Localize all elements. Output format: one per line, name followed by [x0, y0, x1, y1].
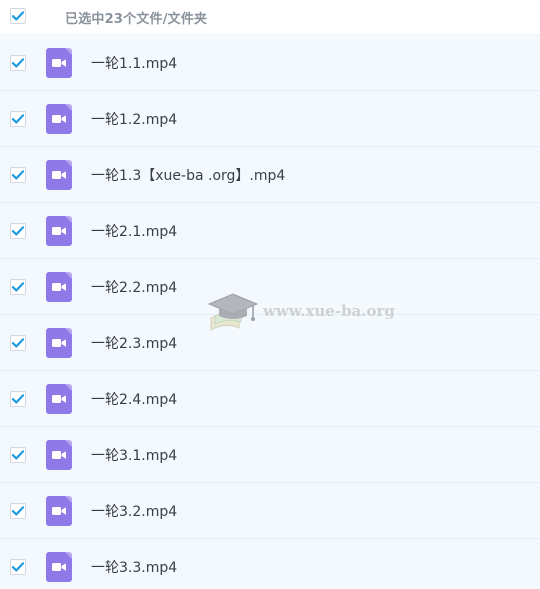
file-name[interactable]: 一轮1.2.mp4	[91, 109, 177, 129]
file-checkbox[interactable]	[10, 167, 26, 183]
file-name[interactable]: 一轮1.3【xue-ba .org】.mp4	[91, 165, 285, 185]
video-file-icon	[46, 48, 72, 78]
video-file-icon	[46, 216, 72, 246]
file-row[interactable]: 一轮3.2.mp4	[0, 483, 540, 539]
video-camera-icon	[52, 339, 66, 347]
file-name[interactable]: 一轮3.3.mp4	[91, 557, 177, 577]
video-camera-icon	[52, 115, 66, 123]
video-file-icon	[46, 496, 72, 526]
file-row[interactable]: 一轮2.4.mp4	[0, 371, 540, 427]
file-row[interactable]: 一轮3.1.mp4	[0, 427, 540, 483]
selection-count-label: 已选中23个文件/文件夹	[65, 12, 208, 27]
checkmark-icon	[12, 394, 24, 404]
video-camera-icon	[52, 507, 66, 515]
file-checkbox[interactable]	[10, 279, 26, 295]
video-file-icon	[46, 440, 72, 470]
file-checkbox[interactable]	[10, 55, 26, 71]
checkmark-icon	[12, 11, 24, 21]
file-name[interactable]: 一轮2.2.mp4	[91, 277, 177, 297]
checkmark-icon	[12, 226, 24, 236]
video-file-icon	[46, 104, 72, 134]
file-row[interactable]: 一轮1.3【xue-ba .org】.mp4	[0, 147, 540, 203]
checkmark-icon	[12, 114, 24, 124]
video-camera-icon	[52, 563, 66, 571]
file-row[interactable]: 一轮3.3.mp4	[0, 539, 540, 589]
checkmark-icon	[12, 338, 24, 348]
checkmark-icon	[12, 58, 24, 68]
file-row[interactable]: 一轮1.1.mp4	[0, 35, 540, 91]
file-checkbox[interactable]	[10, 335, 26, 351]
file-checkbox[interactable]	[10, 223, 26, 239]
file-name[interactable]: 一轮2.1.mp4	[91, 221, 177, 241]
file-list: 一轮1.1.mp4 一轮1.2.mp4 一轮1.3【xue-ba .org】.mp4…	[0, 35, 540, 589]
file-checkbox[interactable]	[10, 503, 26, 519]
file-checkbox[interactable]	[10, 447, 26, 463]
video-camera-icon	[52, 227, 66, 235]
file-name[interactable]: 一轮3.2.mp4	[91, 501, 177, 521]
selection-header: 已选中23个文件/文件夹	[0, 0, 540, 35]
file-name[interactable]: 一轮1.1.mp4	[91, 53, 177, 73]
file-row[interactable]: 一轮2.2.mp4	[0, 259, 540, 315]
video-camera-icon	[52, 395, 66, 403]
file-row[interactable]: 一轮2.3.mp4	[0, 315, 540, 371]
video-file-icon	[46, 328, 72, 358]
video-camera-icon	[52, 283, 66, 291]
file-checkbox[interactable]	[10, 559, 26, 575]
file-checkbox[interactable]	[10, 391, 26, 407]
video-file-icon	[46, 272, 72, 302]
file-list-page: 已选中23个文件/文件夹 一轮1.1.mp4 一轮1.2.mp4 一轮1.3【xue…	[0, 0, 540, 589]
checkmark-icon	[12, 170, 24, 180]
checkmark-icon	[12, 282, 24, 292]
file-name[interactable]: 一轮2.3.mp4	[91, 333, 177, 353]
video-file-icon	[46, 552, 72, 582]
video-camera-icon	[52, 451, 66, 459]
video-camera-icon	[52, 59, 66, 67]
select-all-checkbox[interactable]	[10, 8, 26, 24]
file-checkbox[interactable]	[10, 111, 26, 127]
file-name[interactable]: 一轮2.4.mp4	[91, 389, 177, 409]
video-file-icon	[46, 160, 72, 190]
file-name[interactable]: 一轮3.1.mp4	[91, 445, 177, 465]
checkmark-icon	[12, 450, 24, 460]
file-row[interactable]: 一轮2.1.mp4	[0, 203, 540, 259]
file-row[interactable]: 一轮1.2.mp4	[0, 91, 540, 147]
video-camera-icon	[52, 171, 66, 179]
checkmark-icon	[12, 506, 24, 516]
video-file-icon	[46, 384, 72, 414]
checkmark-icon	[12, 562, 24, 572]
